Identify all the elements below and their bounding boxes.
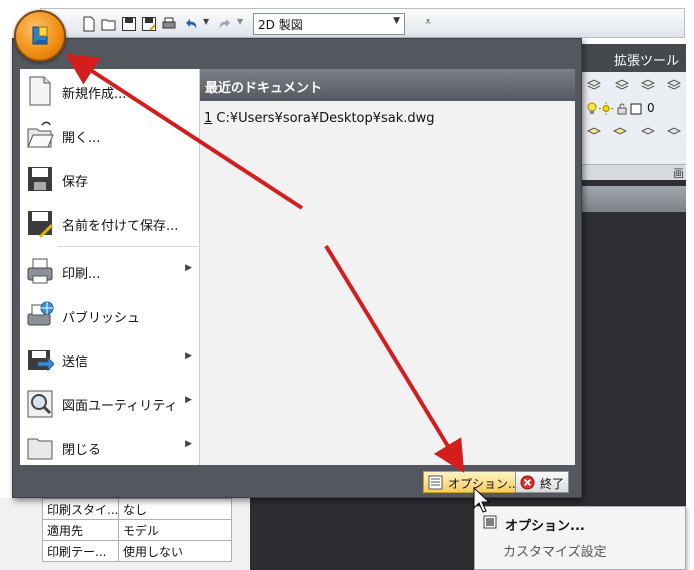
chevron-down-icon: ▼ [393, 16, 400, 26]
menu-item-label: 印刷... [62, 267, 101, 282]
recent-document-number: 1 [204, 111, 213, 126]
quick-access-toolbar: ▼ ▼ 2D 製図 ▼ ⩡ [40, 8, 685, 38]
options-icon [483, 515, 497, 529]
save-icon [28, 167, 52, 191]
recent-document-item[interactable]: 1 C:¥Users¥sora¥Desktop¥sak.dwg [204, 111, 435, 126]
application-menu-commands: 新規作成... 開く... 保存 名前を付けて保存... 印刷... ▶ パブリ… [20, 69, 200, 465]
layer-on-icon[interactable] [587, 126, 601, 139]
drawing-tab-strip [580, 186, 686, 212]
layer-state-icon[interactable] [615, 78, 629, 91]
options-button-label: オプション... [448, 477, 520, 491]
menu-item-save-as[interactable]: 名前を付けて保存... [20, 201, 200, 245]
exit-button-label: 終了 [540, 477, 565, 491]
layer-freeze-icon[interactable] [641, 126, 655, 139]
menu-item-drawing-utilities[interactable]: 図面ユーティリティ ▶ [20, 381, 200, 425]
ribbon-panel-title-bar: 画 [580, 164, 686, 180]
recent-document-path: C:¥Users¥sora¥Desktop¥sak.dwg [216, 111, 435, 126]
ribbon-panel-title: 画 [673, 167, 684, 180]
workspace-select[interactable]: 2D 製図 ▼ [253, 13, 405, 35]
recent-documents-header: 最近のドキュメント [200, 69, 575, 101]
redo-icon[interactable] [217, 16, 233, 32]
property-name: 印刷テー... [42, 540, 119, 562]
undo-dropdown-icon[interactable]: ▼ [203, 17, 209, 26]
menu-item-new[interactable]: 新規作成... [20, 69, 200, 113]
menu-item-label: 送信 [62, 355, 89, 370]
menu-item-label: 保存 [62, 175, 89, 190]
table-row[interactable]: 適用先 モデル [42, 519, 232, 541]
layer-lock-icon[interactable] [667, 126, 681, 139]
app-logo-icon [32, 26, 48, 45]
menu-item-label: パブリッシュ [62, 311, 141, 326]
publish-icon [27, 301, 54, 326]
property-value[interactable]: 使用しない [118, 540, 232, 562]
menu-item-publish[interactable]: パブリッシュ [20, 293, 200, 337]
new-document-icon [29, 76, 51, 106]
redo-dropdown-icon[interactable]: ▼ [237, 17, 243, 26]
menu-item-open[interactable]: 開く... [20, 113, 200, 157]
open-folder-icon [27, 121, 54, 148]
save-as-icon[interactable] [141, 16, 157, 32]
table-row[interactable]: 印刷テー... 使用しない [42, 540, 232, 562]
context-menu-item-customize[interactable]: カスタマイズ設定 [503, 541, 607, 560]
table-row[interactable]: 印刷スタイ... なし [42, 498, 232, 520]
layer-icon[interactable] [587, 78, 601, 91]
submenu-arrow-icon: ▶ [185, 395, 192, 405]
open-folder-icon[interactable] [101, 16, 117, 32]
menu-item-label: 閉じる [62, 443, 102, 458]
menu-item-print[interactable]: 印刷... ▶ [20, 249, 200, 293]
options-button[interactable]: オプション... [423, 471, 525, 493]
menu-item-label: 開く... [62, 131, 101, 146]
context-menu-item-options[interactable]: オプション... [505, 515, 585, 534]
menu-item-label: 新規作成... [62, 87, 127, 102]
property-value[interactable]: モデル [118, 519, 232, 541]
ribbon-tab-bar: 拡張ツール [580, 44, 686, 72]
new-file-icon[interactable] [81, 16, 97, 32]
menu-item-label: 名前を付けて保存... [62, 219, 179, 234]
printer-icon [27, 258, 53, 284]
layer-color-icon[interactable] [629, 102, 643, 115]
menu-item-save[interactable]: 保存 [20, 157, 200, 201]
drawing-utility-icon [27, 390, 53, 418]
application-button[interactable] [14, 10, 66, 62]
application-menu: 新規作成... 開く... 保存 名前を付けて保存... 印刷... ▶ パブリ… [12, 38, 582, 498]
layer-previous-icon[interactable] [667, 78, 681, 91]
layer-off-icon[interactable] [613, 126, 627, 139]
menu-item-close[interactable]: 閉じる ▶ [20, 425, 200, 469]
sun-icon[interactable] [599, 102, 613, 115]
submenu-arrow-icon: ▶ [185, 263, 192, 273]
close-folder-icon [27, 438, 53, 460]
menu-item-send[interactable]: 送信 ▶ [20, 337, 200, 381]
send-icon [28, 350, 54, 372]
submenu-arrow-icon: ▶ [185, 351, 192, 361]
property-name: 印刷スタイ... [42, 498, 119, 520]
current-layer-value: 0 [647, 101, 655, 115]
bulb-icon[interactable] [585, 102, 599, 115]
properties-table: 印刷スタイ... なし 適用先 モデル 印刷テー... 使用しない [42, 498, 232, 562]
lock-icon[interactable] [615, 102, 629, 115]
customize-toolbar-icon[interactable]: ⩡ [425, 15, 431, 29]
exit-icon [520, 475, 535, 490]
save-icon[interactable] [121, 16, 137, 32]
exit-button[interactable]: 終了 [515, 471, 570, 493]
workspace-select-value: 2D 製図 [258, 18, 303, 32]
plot-icon[interactable] [161, 16, 177, 32]
layer-match-icon[interactable] [641, 78, 655, 91]
recent-documents-pane: 最近のドキュメント 1 C:¥Users¥sora¥Desktop¥sak.dw… [200, 69, 575, 465]
property-value[interactable]: なし [118, 498, 232, 520]
ribbon-panel: 0 [580, 72, 686, 164]
options-context-menu: オプション... カスタマイズ設定 [474, 506, 686, 570]
tab-extended-tools[interactable]: 拡張ツール [614, 50, 679, 69]
menu-item-label: 図面ユーティリティ [62, 399, 178, 414]
undo-icon[interactable] [183, 16, 199, 32]
options-icon [428, 475, 443, 490]
menu-separator [58, 246, 198, 247]
save-as-icon [28, 211, 54, 239]
property-name: 適用先 [42, 519, 119, 541]
submenu-arrow-icon: ▶ [185, 439, 192, 449]
